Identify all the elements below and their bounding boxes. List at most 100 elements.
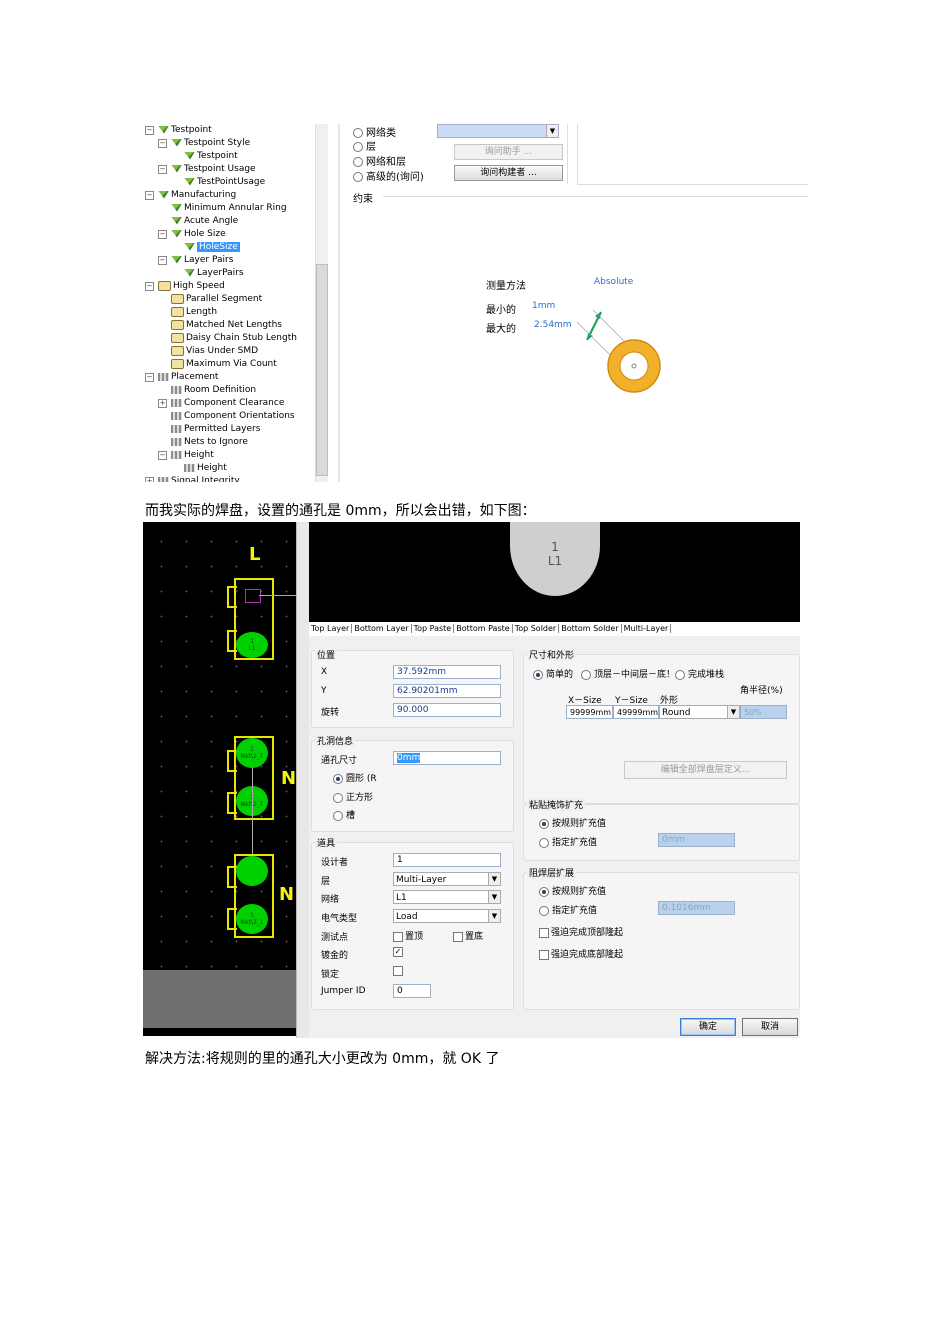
scope-option-advanced[interactable]: 高级的(询问): [353, 168, 424, 183]
edit-all-pad-layers-button[interactable]: 编辑全部焊盘层定义...: [624, 761, 787, 779]
pad[interactable]: 1Net\2_1: [236, 904, 268, 934]
selected-pad-marker[interactable]: [245, 589, 261, 603]
scope-netclass-combo[interactable]: ▼: [437, 124, 559, 138]
hole-shape-slot[interactable]: 槽: [333, 808, 355, 821]
y-size-input[interactable]: 49999mm: [613, 705, 659, 719]
ok-button[interactable]: 确定: [680, 1018, 736, 1036]
collapse-icon[interactable]: −: [145, 282, 154, 291]
shape-mode-simple[interactable]: 简单的: [533, 667, 573, 680]
query-helper-button[interactable]: 询问助手 ...: [454, 144, 563, 160]
solder-expansion-input[interactable]: 0.1016mm: [658, 901, 735, 915]
rotation-input[interactable]: 90.000: [393, 703, 501, 717]
expand-icon[interactable]: +: [158, 399, 167, 408]
testpoint-top-checkbox[interactable]: 置顶: [393, 929, 423, 942]
tab-bottom-paste[interactable]: Bottom Paste: [454, 624, 513, 633]
tree-item[interactable]: Acute Angle: [170, 215, 238, 228]
collapse-icon[interactable]: −: [145, 191, 154, 200]
paste-rule-option[interactable]: 按规则扩充值: [539, 816, 606, 829]
designator-input[interactable]: 1: [393, 853, 501, 867]
shape-mode-full-stack[interactable]: 完成堆栈: [675, 667, 724, 680]
max-size-value[interactable]: 2.54mm: [534, 320, 572, 330]
window-splitter[interactable]: [296, 522, 310, 1038]
hole-size-input[interactable]: 0mm: [393, 751, 501, 765]
tree-item[interactable]: Height: [183, 462, 227, 475]
cancel-button[interactable]: 取消: [742, 1018, 798, 1036]
tree-item[interactable]: − Height: [158, 449, 214, 462]
collapse-icon[interactable]: −: [145, 373, 154, 382]
pad[interactable]: 1 L1: [236, 632, 268, 658]
tree-item[interactable]: − Placement: [145, 371, 218, 384]
tree-item[interactable]: Daisy Chain Stub Length: [170, 332, 297, 345]
rule-tree[interactable]: − Testpoint − Testpoint Style Testpoint − Test…: [143, 124, 315, 482]
tree-item[interactable]: − Hole Size: [158, 228, 226, 241]
tree-item[interactable]: Component Orientations: [170, 410, 295, 423]
tree-item[interactable]: Matched Net Lengths: [170, 319, 282, 332]
tree-item[interactable]: Room Definition: [170, 384, 256, 397]
collapse-icon[interactable]: −: [158, 256, 167, 265]
tab-bottom-layer[interactable]: Bottom Layer: [352, 624, 412, 633]
tree-item[interactable]: − Manufacturing: [145, 189, 236, 202]
hole-shape-square[interactable]: 正方形: [333, 790, 373, 803]
jumper-id-input[interactable]: 0: [393, 984, 431, 998]
tree-scrollbar-thumb[interactable]: [316, 264, 328, 476]
hole-shape-round[interactable]: 圆形 (R: [333, 771, 377, 784]
query-builder-button[interactable]: 询问构建者 ...: [454, 165, 563, 181]
pcb-view[interactable]: L N N 1L1 1Net\2_1 1Net\2_1 1Net\2_1: [143, 522, 296, 1036]
x-position-input[interactable]: 37.592mm: [393, 665, 501, 679]
tree-item[interactable]: Vias Under SMD: [170, 345, 258, 358]
electrical-type-select[interactable]: Load ▼: [393, 909, 501, 923]
tree-item[interactable]: − Testpoint Style: [158, 137, 250, 150]
x-size-input[interactable]: 99999mm: [566, 705, 613, 719]
shape-mode-top-mid-bottom[interactable]: 顶层－中间层－底！: [581, 667, 675, 680]
y-position-input[interactable]: 62.90201mm: [393, 684, 501, 698]
locked-checkbox[interactable]: [393, 966, 405, 977]
collapse-icon[interactable]: −: [158, 230, 167, 239]
plated-checkbox[interactable]: ✓: [393, 947, 405, 958]
tree-item[interactable]: Maximum Via Count: [170, 358, 277, 371]
tab-top-solder[interactable]: Top Solder: [512, 624, 560, 633]
tab-multi-layer[interactable]: Multi-Layer: [621, 624, 672, 633]
force-tenting-bottom-checkbox[interactable]: 强迫完成底部隆起: [539, 947, 623, 960]
min-size-value[interactable]: 1mm: [532, 301, 555, 311]
pad[interactable]: 1Net\2_1: [236, 738, 268, 768]
paste-specify-option[interactable]: 指定扩充值: [539, 835, 597, 848]
tree-item[interactable]: Testpoint: [183, 150, 238, 163]
testpoint-bottom-checkbox[interactable]: 置底: [453, 929, 483, 942]
collapse-icon[interactable]: −: [158, 165, 167, 174]
expand-icon[interactable]: +: [145, 477, 154, 482]
tree-item[interactable]: − High Speed: [145, 280, 225, 293]
tree-item[interactable]: LayerPairs: [183, 267, 244, 280]
collapse-icon[interactable]: −: [145, 126, 154, 135]
tree-item[interactable]: − Testpoint Usage: [158, 163, 256, 176]
tree-item[interactable]: HoleSize: [183, 241, 240, 254]
tree-item[interactable]: Permitted Layers: [170, 423, 260, 436]
tab-top-layer[interactable]: Top Layer: [309, 624, 353, 633]
tree-item[interactable]: Parallel Segment: [170, 293, 262, 306]
tree-item[interactable]: Length: [170, 306, 217, 319]
pad[interactable]: [236, 856, 268, 886]
measure-method-value[interactable]: Absolute: [594, 277, 633, 287]
solder-specify-option[interactable]: 指定扩充值: [539, 903, 597, 916]
collapse-icon[interactable]: −: [158, 451, 167, 460]
tree-item[interactable]: + Signal Integrity: [145, 475, 240, 482]
tree-item[interactable]: + Component Clearance: [158, 397, 284, 410]
paste-expansion-input[interactable]: 0mm: [658, 833, 735, 847]
tree-item[interactable]: Nets to Ignore: [170, 436, 248, 449]
scope-option-netclass[interactable]: 网络类: [353, 124, 396, 139]
scope-option-net-and-layer[interactable]: 网络和层: [353, 153, 406, 168]
layer-select[interactable]: Multi-Layer ▼: [393, 872, 501, 886]
collapse-icon[interactable]: −: [158, 139, 167, 148]
pad-shape-select[interactable]: Round ▼: [659, 705, 740, 719]
paragraph-solution: 解决方法:将规则的里的通孔大小更改为 0mm，就 OK 了: [145, 1051, 500, 1067]
tree-item[interactable]: TestPointUsage: [183, 176, 265, 189]
tree-item[interactable]: Minimum Annular Ring: [170, 202, 287, 215]
force-tenting-top-checkbox[interactable]: 强迫完成顶部隆起: [539, 925, 623, 938]
tree-item[interactable]: − Layer Pairs: [158, 254, 233, 267]
tree-item[interactable]: − Testpoint: [145, 124, 212, 137]
scope-option-layer[interactable]: 层: [353, 138, 376, 153]
solder-rule-option[interactable]: 按规则扩充值: [539, 884, 606, 897]
net-select[interactable]: L1 ▼: [393, 890, 501, 904]
tab-top-paste[interactable]: Top Paste: [411, 624, 455, 633]
corner-radius-input[interactable]: 50%: [740, 705, 787, 719]
tab-bottom-solder[interactable]: Bottom Solder: [559, 624, 622, 633]
